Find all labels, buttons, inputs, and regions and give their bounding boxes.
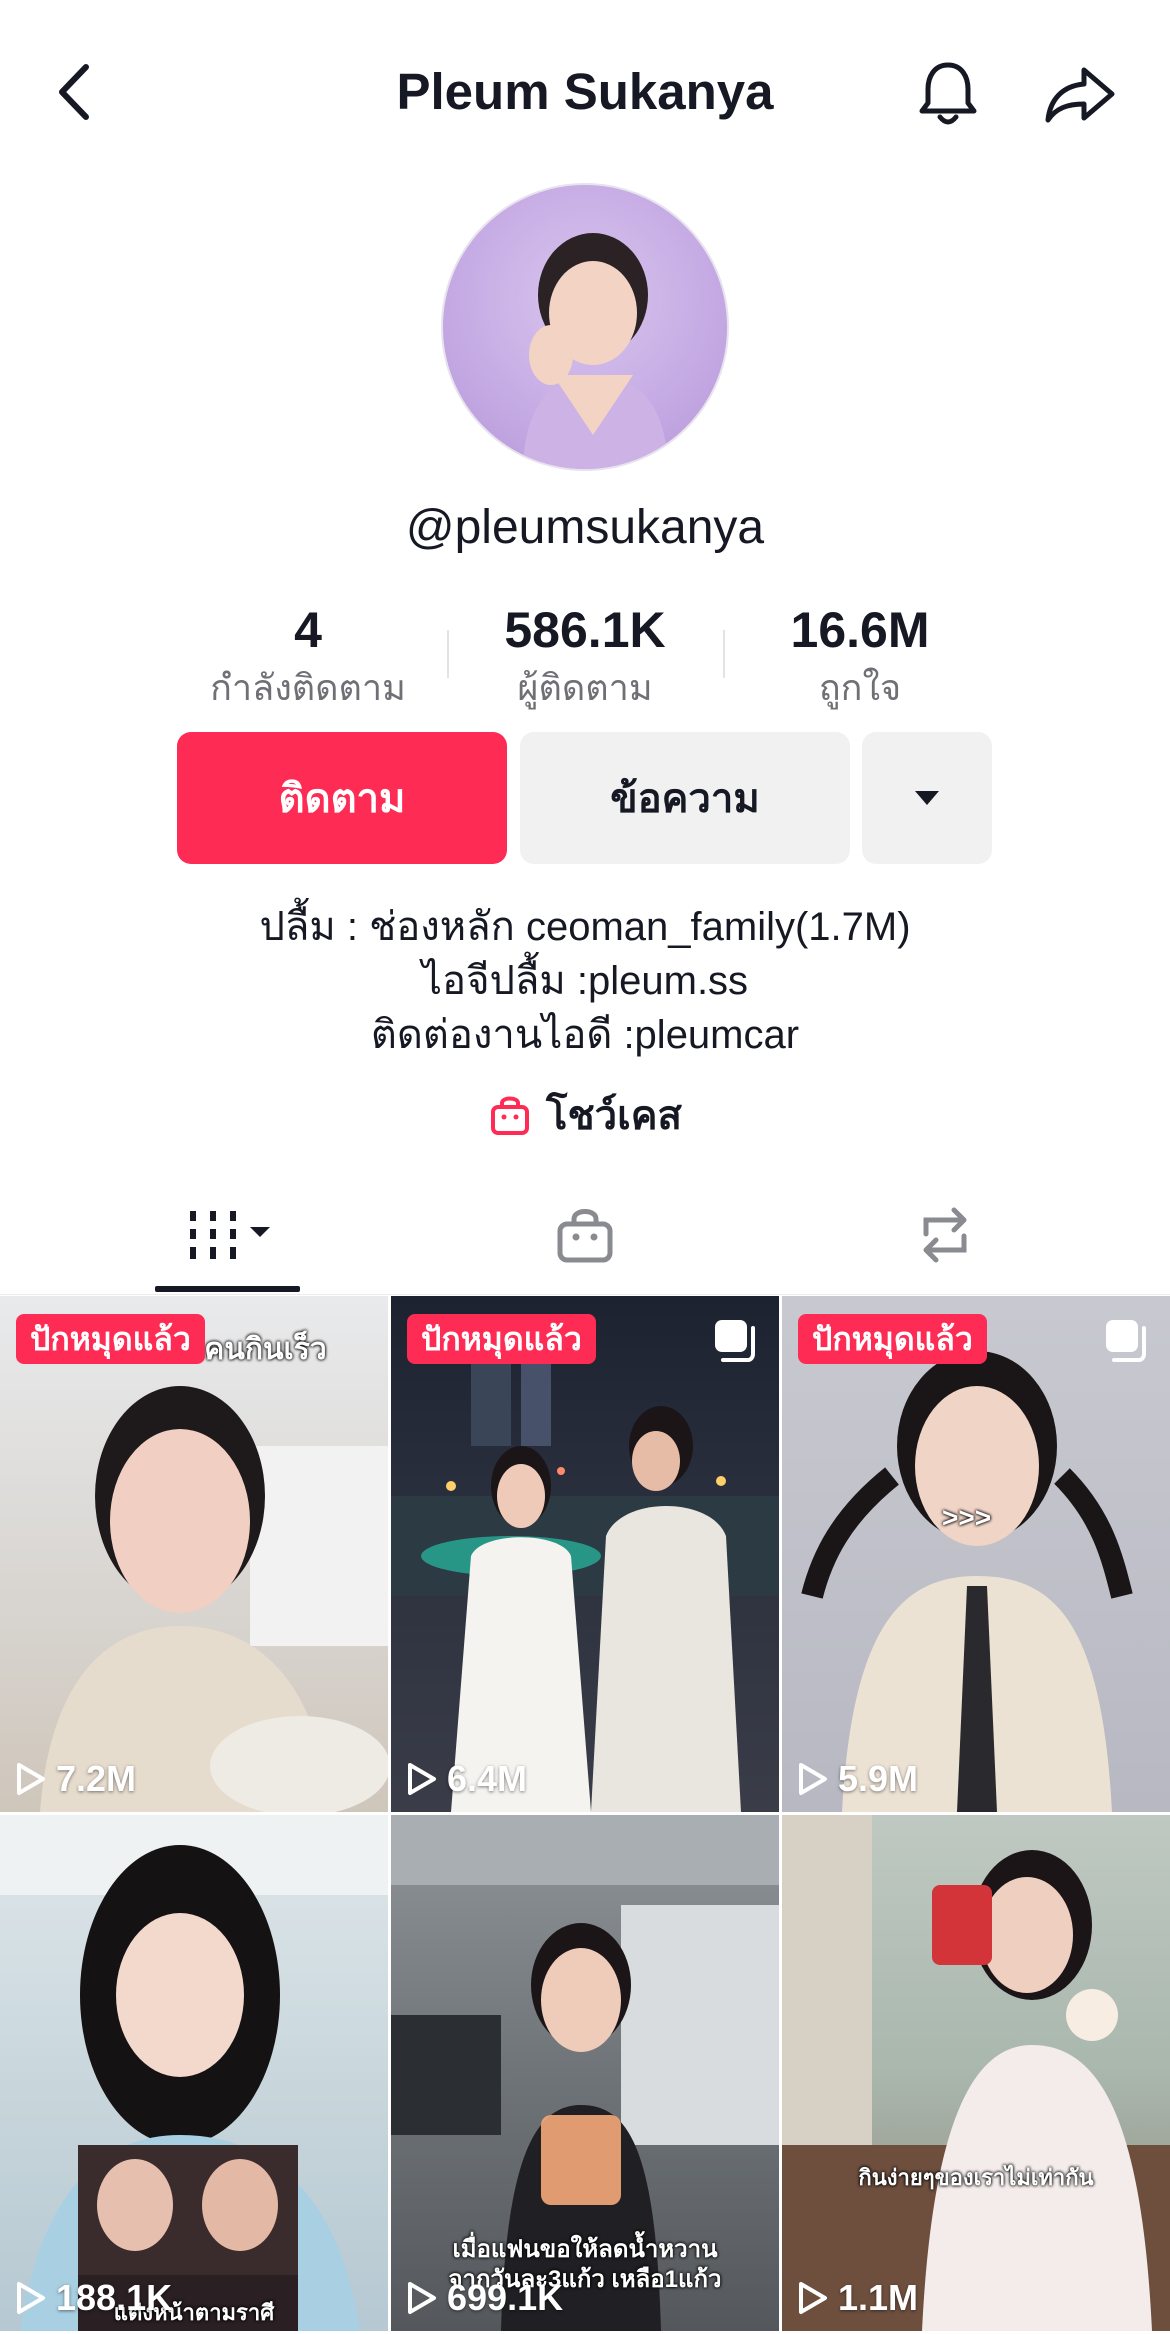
video-thumbnail [782, 1815, 1170, 2331]
avatar-photo [523, 233, 668, 469]
tab-shop[interactable] [520, 1175, 650, 1295]
stats-row: 4 กำลังติดตาม 586.1K ผู้ติดตาม 16.6M ถูก… [0, 600, 1170, 710]
videos-grid-icon [190, 1211, 270, 1259]
content-tabs [0, 1175, 1170, 1295]
view-count-value: 1.1M [838, 2277, 919, 2318]
video-tile[interactable]: ปักหมุดแล้ว 6.4M [391, 1296, 779, 1812]
bio-line: ไอจีปลื้ม :pleum.ss [421, 959, 749, 1003]
share-arrow-icon [1045, 67, 1115, 123]
notification-bell-button[interactable] [912, 58, 984, 130]
repost-icon [923, 1207, 967, 1263]
stat-followers[interactable]: 586.1K ผู้ติดตาม [465, 600, 705, 712]
view-count: 6.4M [407, 1758, 527, 1800]
play-icon [799, 2282, 827, 2314]
play-icon [408, 2282, 436, 2314]
showcase-label: โชว์เคส [546, 1094, 682, 1138]
pinned-badge: ปักหมุดแล้ว [16, 1314, 205, 1364]
pinned-badge: ปักหมุดแล้ว [798, 1314, 987, 1364]
video-tile[interactable]: แต่งหน้าตามราศี 188.1K [0, 1815, 388, 2331]
video-tile[interactable]: เมื่อแฟนขอให้ลดน้ำหวาน จากวันละ3แก้ว เหล… [391, 1815, 779, 2331]
bell-icon [919, 62, 977, 125]
bio: ปลื้ม : ช่องหลัก ceoman_family(1.7M) ไอจ… [0, 900, 1170, 1062]
view-count: 7.2M [16, 1758, 136, 1800]
view-count-value: 699.1K [447, 2277, 564, 2318]
video-thumbnail [40, 1386, 388, 1812]
view-count: 699.1K [407, 2277, 563, 2319]
view-count: 5.9M [798, 1758, 918, 1800]
play-icon [17, 2282, 45, 2314]
video-tile[interactable]: >>> ปักหมุดแล้ว 5.9M [782, 1296, 1170, 1812]
video-grid: เผลอใจเธอคนกินเร็ว ปักหมุดแล้ว 7.2M ปักห… [0, 1296, 1170, 2334]
view-count: 188.1K [16, 2277, 172, 2319]
page-title: Pleum Sukanya [396, 63, 774, 120]
view-count-value: 7.2M [56, 1758, 137, 1799]
suggested-accounts-button[interactable] [862, 732, 992, 864]
photo-carousel-icon [1106, 1320, 1146, 1362]
shopping-bag-icon [491, 1096, 530, 1135]
stat-likes[interactable]: 16.6M ถูกใจ [740, 600, 980, 712]
showcase-link[interactable]: โชว์เคส [0, 1085, 1170, 1145]
play-icon [408, 1763, 436, 1795]
video-caption: กินง่ายๆของเราไม่เท่ากัน [858, 2165, 1094, 2190]
video-thumbnail [391, 1336, 779, 1812]
tab-videos[interactable] [160, 1175, 300, 1295]
stat-likes-count: 16.6M [790, 602, 930, 658]
photo-carousel-icon [715, 1320, 755, 1362]
avatar[interactable] [441, 183, 729, 471]
stat-following-label: กำลังติดตาม [210, 667, 406, 708]
video-caption: >>> [942, 1502, 992, 1533]
pinned-badge: ปักหมุดแล้ว [407, 1314, 596, 1364]
caret-down-icon [915, 791, 939, 805]
view-count: 1.1M [798, 2277, 918, 2319]
video-thumbnail [801, 1351, 1133, 1812]
share-button[interactable] [1040, 58, 1120, 130]
shop-bag-icon [557, 1209, 613, 1263]
stat-following[interactable]: 4 กำลังติดตาม [188, 600, 428, 712]
tab-reposts[interactable] [880, 1175, 1010, 1295]
video-tile[interactable]: เผลอใจเธอคนกินเร็ว ปักหมุดแล้ว 7.2M [0, 1296, 388, 1812]
follow-button[interactable]: ติดตาม [177, 732, 507, 864]
view-count-value: 5.9M [838, 1758, 919, 1799]
view-count-value: 6.4M [447, 1758, 528, 1799]
username: @pleumsukanya [405, 501, 765, 554]
message-button[interactable]: ข้อความ [520, 732, 850, 864]
stat-followers-label: ผู้ติดตาม [517, 667, 653, 708]
bio-line: ติดต่องานไอดี :pleumcar [370, 1013, 800, 1057]
stat-divider [723, 630, 725, 678]
video-tile[interactable]: กินง่ายๆของเราไม่เท่ากัน 1.1M [782, 1815, 1170, 2331]
bio-line: ปลื้ม : ช่องหลัก ceoman_family(1.7M) [259, 905, 911, 949]
stat-divider [447, 630, 449, 678]
stat-following-count: 4 [294, 602, 322, 658]
stat-likes-label: ถูกใจ [818, 667, 902, 708]
top-bar: Pleum Sukanya [0, 0, 1170, 190]
view-count-value: 188.1K [56, 2277, 173, 2318]
stat-followers-count: 586.1K [504, 602, 666, 658]
play-icon [17, 1763, 45, 1795]
video-thumbnail [0, 1815, 388, 2331]
play-icon [799, 1763, 827, 1795]
active-tab-indicator [155, 1286, 300, 1292]
